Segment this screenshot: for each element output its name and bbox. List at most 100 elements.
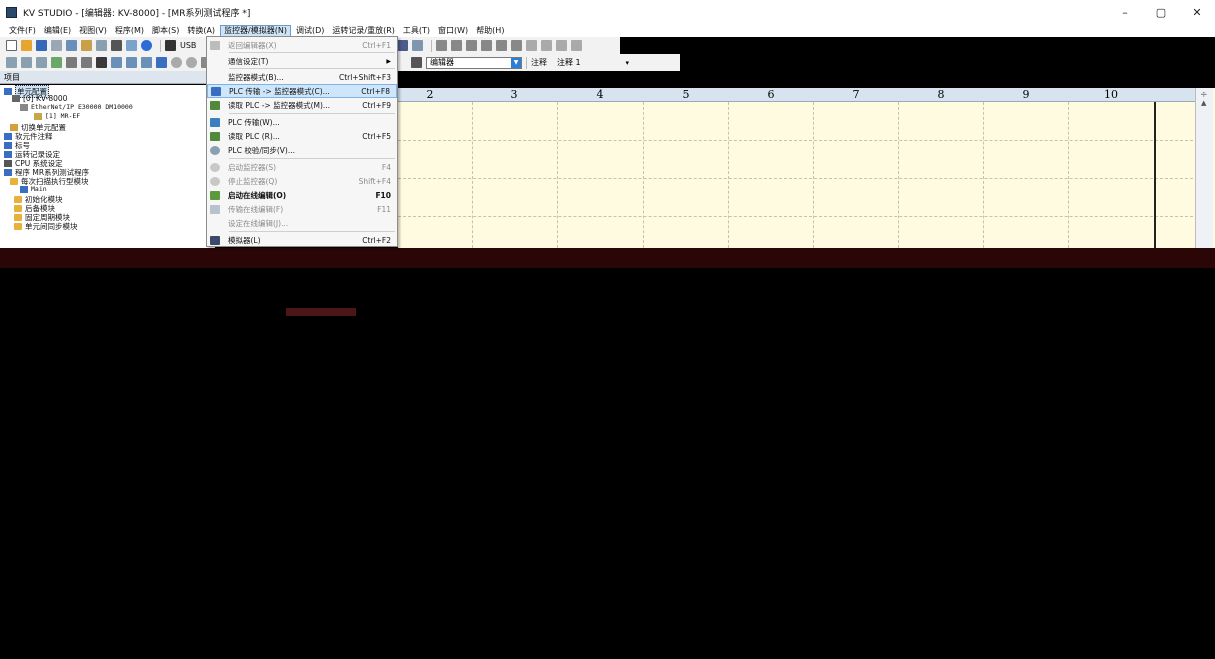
tree-item-main[interactable]: Main <box>20 185 47 193</box>
menu-item-transfer-online-edit[interactable]: 传输在线编辑(F) F11 <box>207 202 397 216</box>
help-icon[interactable] <box>141 40 152 51</box>
list-numbered-icon[interactable] <box>36 57 47 68</box>
submenu-arrow-icon: ▶ <box>386 57 391 65</box>
transfer-icon[interactable] <box>156 57 167 68</box>
menu-item-plc-read[interactable]: 读取 PLC (R)... Ctrl+F5 <box>207 129 397 143</box>
menu-convert[interactable]: 转换(A) <box>184 25 218 37</box>
menu-separator <box>229 231 395 232</box>
vertical-scrollbar[interactable]: ÷ ▲ <box>1195 88 1213 248</box>
copy-icon[interactable] <box>81 40 92 51</box>
toolbar-separator <box>160 39 161 52</box>
minimize-button[interactable]: – <box>1107 0 1143 24</box>
menu-item-monitor-mode[interactable]: 监控器模式(B)... Ctrl+Shift+F3 <box>207 70 397 84</box>
verify-icon <box>210 145 220 155</box>
new-file-icon[interactable] <box>6 40 17 51</box>
project-panel-header: 项目 <box>0 71 215 84</box>
function-f6-icon[interactable] <box>541 40 553 51</box>
ruler-column-7: 7 <box>852 88 860 101</box>
menu-item-start-online-edit[interactable]: 启动在线编辑(O) F10 <box>207 188 397 202</box>
menu-edit[interactable]: 编辑(E) <box>41 25 74 37</box>
editor-toggle-icon[interactable] <box>411 57 422 68</box>
indent-icon[interactable] <box>6 57 17 68</box>
tree-item-unit-sync-module[interactable]: 单元间同步模块 <box>14 221 78 232</box>
device-list-icon[interactable] <box>81 57 92 68</box>
menu-view[interactable]: 视图(V) <box>76 25 110 37</box>
contact-a-icon[interactable] <box>436 40 448 51</box>
menu-item-comm-settings[interactable]: 通信设定(T) ▶ <box>207 54 397 68</box>
editor-mode-select[interactable]: 编辑器 ▼ <box>426 56 522 69</box>
cross-ref-icon[interactable] <box>96 57 107 68</box>
menu-debug[interactable]: 调试(D) <box>293 25 327 37</box>
sort-icon[interactable] <box>111 57 122 68</box>
table-icon[interactable] <box>66 57 77 68</box>
menu-item-stop-monitor[interactable]: 停止监控器(Q) Shift+F4 <box>207 174 397 188</box>
coil-icon[interactable] <box>496 40 508 51</box>
render-artifact <box>286 308 356 316</box>
blank-icon <box>210 219 220 228</box>
coil-reverse-icon[interactable] <box>511 40 523 51</box>
tree-item-ethernet[interactable]: EtherNet/IP E30000 DM10000 <box>20 103 133 111</box>
list-icon[interactable] <box>21 57 32 68</box>
ladder-editor[interactable]: 2 3 4 5 6 7 8 9 10 ÷ ▲ <box>398 88 1215 248</box>
menu-tools[interactable]: 工具(T) <box>400 25 433 37</box>
chevron-up-icon[interactable]: ▲ <box>1201 99 1206 107</box>
function-f8-icon[interactable] <box>571 40 583 51</box>
cut-icon[interactable] <box>66 40 77 51</box>
save-all-icon[interactable] <box>51 40 62 51</box>
contact-n-icon[interactable] <box>481 40 493 51</box>
comment-select[interactable]: 注释 1 ▾ <box>553 56 633 69</box>
maximize-button[interactable]: ▢ <box>1143 0 1179 24</box>
close-button[interactable]: ✕ <box>1179 0 1215 24</box>
save-icon[interactable] <box>36 40 47 51</box>
project-tree: 单元配置 [0] KV-8000 EtherNet/IP E30000 DM10… <box>0 85 215 250</box>
menu-item-start-monitor[interactable]: 启动监控器(S) F4 <box>207 160 397 174</box>
tree-item-cpu[interactable]: [0] KV-8000 <box>12 94 67 103</box>
refresh-icon[interactable] <box>126 57 137 68</box>
module-file-icon <box>20 185 28 193</box>
open-folder-icon[interactable] <box>21 40 32 51</box>
grid-icon[interactable] <box>397 40 409 51</box>
menu-item-online-edit-settings[interactable]: 设定在线编辑(J)... <box>207 216 397 230</box>
comment-block-icon[interactable] <box>51 57 62 68</box>
menu-file[interactable]: 文件(F) <box>6 25 39 37</box>
print-preview-icon[interactable] <box>126 40 137 51</box>
menu-program[interactable]: 程序(M) <box>112 25 147 37</box>
transfer-icon <box>210 117 220 127</box>
grid-line <box>557 102 558 248</box>
menu-item-simulator[interactable]: 模拟器(L) Ctrl+F2 <box>207 233 397 247</box>
menu-operation-record[interactable]: 运转记录/重放(R) <box>329 25 398 37</box>
menu-item-plc-transfer[interactable]: PLC 传输(W)... <box>207 115 397 129</box>
grid-line <box>398 216 1198 217</box>
function-f5-icon[interactable] <box>526 40 538 51</box>
paste-icon[interactable] <box>96 40 107 51</box>
menu-item-return-editor[interactable]: 返回编辑器(X) Ctrl+F1 <box>207 38 397 52</box>
usb-connection-icon[interactable] <box>165 40 176 51</box>
column-ruler: 2 3 4 5 6 7 8 9 10 <box>398 88 1198 102</box>
function-f7-icon[interactable] <box>556 40 568 51</box>
menu-item-transfer-monitor[interactable]: PLC 传输 -> 监控器模式(C)... Ctrl+F8 <box>207 84 397 98</box>
ladder-view-icon[interactable] <box>412 40 424 51</box>
grid-line <box>643 102 644 248</box>
menu-item-plc-verify[interactable]: PLC 校验/同步(V)... <box>207 143 397 157</box>
cpu-icon <box>12 95 20 102</box>
menu-help[interactable]: 帮助(H) <box>473 25 507 37</box>
tree-item-mr-ef[interactable]: [1] MR-EF <box>34 112 80 120</box>
menu-script[interactable]: 脚本(S) <box>149 25 182 37</box>
ruler-column-8: 8 <box>937 88 945 101</box>
editor-mode-value: 编辑器 <box>430 57 454 67</box>
contact-b-icon[interactable] <box>451 40 463 51</box>
stop-icon[interactable] <box>171 57 182 68</box>
toolbar-separator <box>431 39 433 52</box>
network-icon <box>20 103 28 111</box>
sync-icon[interactable] <box>141 57 152 68</box>
menu-window[interactable]: 窗口(W) <box>435 25 471 37</box>
ruler-column-2: 2 <box>426 88 434 101</box>
record-icon[interactable] <box>186 57 197 68</box>
comment-label: 注释 <box>531 58 547 67</box>
plc-read-icon <box>210 100 220 110</box>
menu-item-read-monitor[interactable]: 读取 PLC -> 监控器模式(M)... Ctrl+F9 <box>207 98 397 112</box>
online-edit-icon <box>210 190 220 200</box>
menu-monitor-simulator[interactable]: 监控器/模拟器(N) <box>220 24 291 37</box>
print-icon[interactable] <box>111 40 122 51</box>
contact-p-icon[interactable] <box>466 40 478 51</box>
